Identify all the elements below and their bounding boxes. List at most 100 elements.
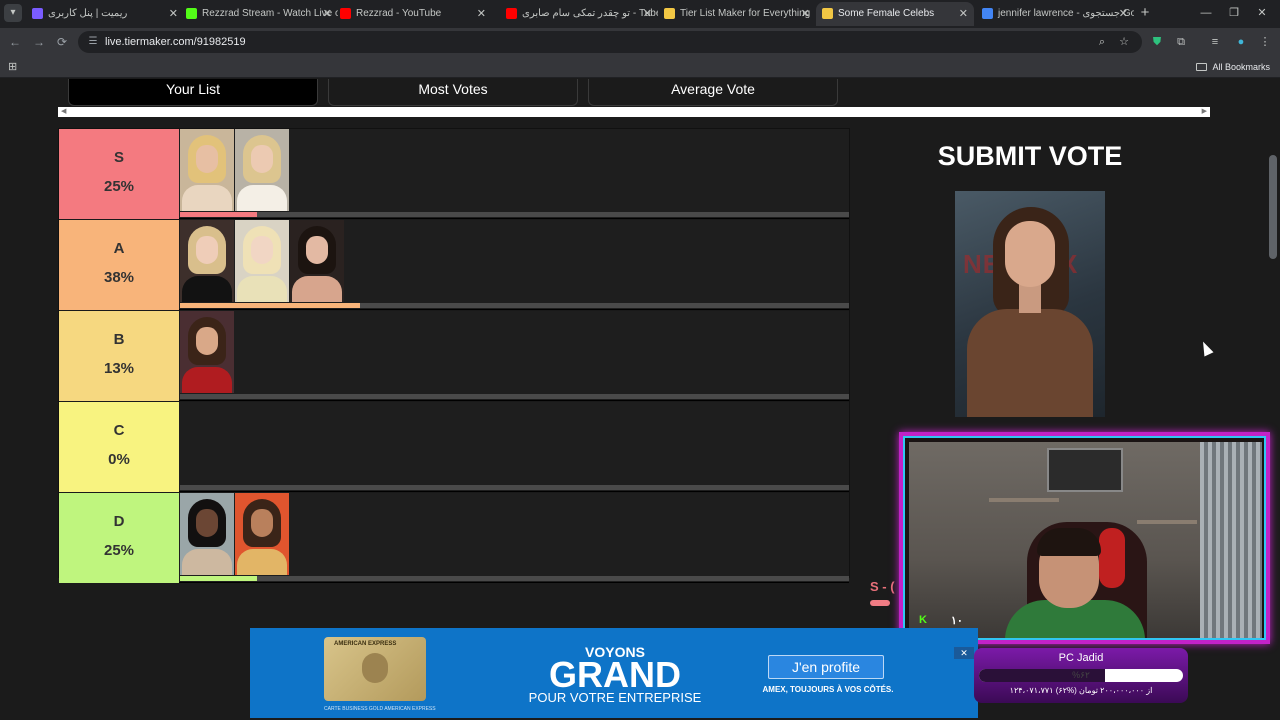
- media-controls-icon[interactable]: ≡: [1206, 33, 1224, 51]
- ad-headline-sub: POUR VOTRE ENTREPRISE: [528, 690, 702, 705]
- bookmark-star-icon[interactable]: ☆: [1116, 34, 1132, 50]
- back-icon[interactable]: ←: [6, 33, 24, 51]
- current-vote-image[interactable]: NETFLIX: [955, 191, 1105, 417]
- close-window-icon[interactable]: ✕: [1252, 4, 1272, 22]
- browser-tab[interactable]: Rezzrad Stream - Watch Live on ✕: [180, 2, 338, 26]
- tab-most-votes[interactable]: Most Votes: [328, 79, 578, 106]
- mouse-cursor-icon: [1198, 339, 1214, 357]
- browser-tab[interactable]: تو چقدر تمکی سام صابری - Tube✕: [500, 2, 658, 26]
- tier-item-image[interactable]: [235, 129, 289, 211]
- tab-your-list[interactable]: Your List: [68, 79, 318, 106]
- scroll-left-icon[interactable]: ◀: [61, 107, 66, 117]
- tier-item-image[interactable]: [180, 220, 234, 302]
- bookmarks-bar: ⊞ All Bookmarks: [0, 56, 1280, 78]
- tab-title: Rezzrad - YouTube: [356, 8, 442, 19]
- tier-label: B 13%: [59, 311, 179, 401]
- all-bookmarks-label: All Bookmarks: [1212, 62, 1270, 72]
- menu-icon[interactable]: ⋮: [1256, 33, 1274, 51]
- browser-tab[interactable]: Rezzrad - YouTube ✕: [334, 2, 492, 26]
- goal-percent: %۶۲: [1072, 670, 1090, 680]
- tier-percent: 38%: [103, 269, 135, 286]
- tier-board: S 25% A 38% B 13% C 0% D 25%: [58, 128, 850, 583]
- tab-favicon-icon: [506, 8, 517, 19]
- browser-tab[interactable]: Tier List Maker for Everything ✕: [658, 2, 816, 26]
- tier-letter: D: [113, 513, 125, 530]
- horizontal-scrollbar[interactable]: ◀ ▶: [58, 107, 1210, 117]
- goal-title: PC Jadid: [1058, 652, 1104, 664]
- tab-favicon-icon: [982, 8, 993, 19]
- tab-close-icon[interactable]: ✕: [643, 2, 652, 26]
- apps-grid-icon[interactable]: ⊞: [8, 61, 20, 73]
- tier-percent: 25%: [103, 542, 135, 559]
- tier-item-image[interactable]: [235, 220, 289, 302]
- shield-extension-icon[interactable]: ⛊: [1148, 33, 1166, 51]
- tier-row-c[interactable]: C 0%: [59, 402, 849, 492]
- ad-cta-button[interactable]: J'en profite: [768, 655, 884, 679]
- ad-banner[interactable]: AMERICAN EXPRESS CARTE BUSINESS GOLD AME…: [250, 628, 978, 718]
- browser-tab[interactable]: Some Female Celebs ✕: [816, 2, 974, 26]
- tier-item-image[interactable]: [180, 129, 234, 211]
- viewer-count: ١٠: [951, 615, 963, 627]
- tier-percent: 13%: [103, 360, 135, 377]
- scroll-right-icon[interactable]: ▶: [1202, 107, 1207, 117]
- site-info-icon[interactable]: ☰: [86, 35, 100, 49]
- tab-title: Tier List Maker for Everything: [680, 8, 811, 19]
- tab-close-icon[interactable]: ✕: [169, 2, 178, 26]
- new-tab-button[interactable]: +: [1136, 4, 1154, 22]
- tier-row-d[interactable]: D 25%: [59, 493, 849, 583]
- tier-row-a[interactable]: A 38%: [59, 220, 849, 310]
- mini-tier-label: S - (: [870, 579, 895, 594]
- extensions-icon[interactable]: ⧉: [1172, 33, 1190, 51]
- tier-percent: 25%: [103, 178, 135, 195]
- webcam-overlay: K ١٠: [899, 432, 1270, 644]
- folder-icon: [1196, 63, 1208, 71]
- card-fine-print: CARTE BUSINESS GOLD AMERICAN EXPRESS: [324, 706, 436, 712]
- vote-distribution-bar: [180, 303, 849, 308]
- tier-letter: S: [113, 149, 124, 166]
- zoom-icon[interactable]: ⌕: [1094, 34, 1110, 50]
- tier-item-image[interactable]: [235, 493, 289, 575]
- tab-close-icon[interactable]: ✕: [323, 2, 332, 26]
- browser-tab[interactable]: jennifer lawrence - جستجوی Go ✕: [976, 2, 1134, 26]
- all-bookmarks-button[interactable]: All Bookmarks: [1196, 56, 1270, 78]
- tab-close-icon[interactable]: ✕: [801, 2, 810, 26]
- minimize-icon[interactable]: —: [1196, 4, 1216, 22]
- vote-distribution-bar: [180, 212, 849, 217]
- tab-close-icon[interactable]: ✕: [959, 2, 968, 26]
- tab-title: Some Female Celebs: [838, 8, 935, 19]
- tier-label: A 38%: [59, 220, 179, 310]
- tier-letter: C: [113, 422, 125, 439]
- vote-distribution-fill: [180, 212, 257, 217]
- restore-icon[interactable]: ❐: [1224, 4, 1244, 22]
- donation-goal-widget: PC Jadid %۶۲ ۱۲۴،۰۷۱،۷۷۱ از ۲۰۰،۰۰۰،۰۰۰ …: [974, 648, 1188, 703]
- profile-avatar[interactable]: ●: [1232, 33, 1250, 51]
- browser-tab[interactable]: ریمیت | پنل کاربری ✕: [26, 2, 184, 26]
- goal-progress-track: %۶۲: [979, 669, 1183, 682]
- url-text[interactable]: live.tiermaker.com/91982519: [105, 31, 246, 53]
- reload-icon[interactable]: ⟳: [53, 33, 71, 51]
- tier-label: S 25%: [59, 129, 179, 219]
- tier-letter: B: [113, 331, 125, 348]
- tier-item-image[interactable]: [290, 220, 344, 302]
- tab-strip: ▾ ریمیت | پنل کاربری ✕ Rezzrad Stream - Wa…: [0, 0, 1280, 28]
- tab-close-icon[interactable]: ✕: [1119, 2, 1128, 26]
- tier-row-b[interactable]: B 13%: [59, 311, 849, 401]
- tier-item-image[interactable]: [180, 493, 234, 575]
- card-brand-text: AMERICAN EXPRESS: [334, 641, 397, 647]
- ad-tagline: AMEX, TOUJOURS À VOS CÔTÉS.: [762, 685, 894, 694]
- tab-search-icon[interactable]: ▾: [4, 4, 22, 22]
- tab-title: Rezzrad Stream - Watch Live on: [202, 8, 338, 19]
- tier-item-image[interactable]: [180, 311, 234, 393]
- tier-label: C 0%: [59, 402, 179, 492]
- ad-close-icon[interactable]: ✕: [954, 647, 974, 659]
- tab-close-icon[interactable]: ✕: [477, 2, 486, 26]
- address-bar[interactable]: ☰ live.tiermaker.com/91982519 ⌕ ☆: [78, 31, 1142, 53]
- forward-icon[interactable]: →: [30, 33, 48, 51]
- tab-average-vote[interactable]: Average Vote: [588, 79, 838, 106]
- scrollbar-thumb[interactable]: [1269, 155, 1277, 259]
- credit-card-image: AMERICAN EXPRESS: [324, 637, 426, 701]
- tab-title: jennifer lawrence - جستجوی Go: [998, 8, 1134, 19]
- mini-tier-bar: [870, 600, 890, 606]
- tier-row-s[interactable]: S 25%: [59, 129, 849, 219]
- vote-distribution-bar: [180, 485, 849, 490]
